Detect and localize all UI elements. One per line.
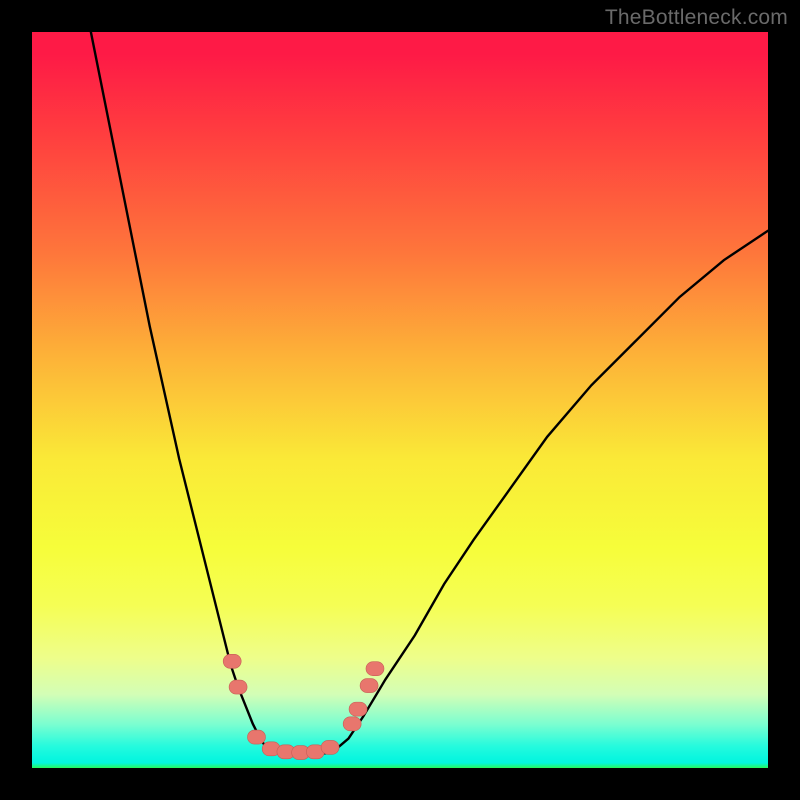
- marker-point: [349, 702, 367, 716]
- marker-point: [223, 654, 241, 668]
- watermark-text: TheBottleneck.com: [605, 6, 788, 30]
- marker-point: [229, 680, 247, 694]
- marker-point: [360, 679, 378, 693]
- bottleneck-curve: [91, 32, 768, 753]
- chart-frame: TheBottleneck.com: [0, 0, 800, 800]
- curve-layer: [32, 32, 768, 768]
- plot-area: [32, 32, 768, 768]
- marker-point: [321, 740, 339, 754]
- marker-point: [247, 730, 265, 744]
- marker-point: [343, 717, 361, 731]
- marker-point: [366, 662, 384, 676]
